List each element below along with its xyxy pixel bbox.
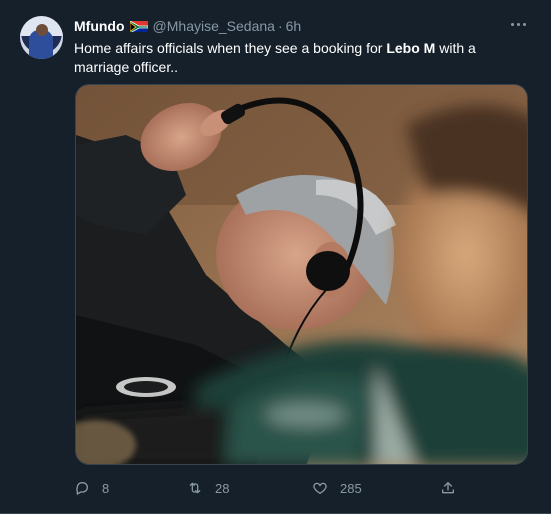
- tweet-text-bold: Lebo M: [386, 40, 436, 56]
- tweet-text-part1: Home affairs officials when they see a b…: [74, 40, 387, 56]
- author-avatar[interactable]: [20, 16, 63, 59]
- header-separator: ·: [277, 18, 283, 34]
- tweet-header: Mfundo @Mhayise_Sedana · 6h: [74, 17, 301, 35]
- tweet-text: Home affairs officials when they see a b…: [74, 39, 534, 77]
- share-icon: [442, 482, 454, 494]
- tweet-photo[interactable]: [75, 84, 528, 465]
- share-button[interactable]: [440, 478, 456, 498]
- more-options-icon[interactable]: [509, 15, 527, 33]
- author-name[interactable]: Mfundo: [74, 18, 125, 34]
- tweet-actions: 8 28 285: [74, 478, 474, 498]
- reply-button[interactable]: 8: [74, 478, 109, 498]
- like-count: 285: [340, 480, 362, 496]
- reply-icon: [76, 482, 88, 495]
- reply-count: 8: [102, 480, 110, 496]
- tweet-timestamp[interactable]: 6h: [286, 18, 302, 34]
- retweet-button[interactable]: 28: [187, 478, 229, 498]
- author-handle[interactable]: @Mhayise_Sedana: [153, 18, 275, 34]
- south-africa-flag-icon: [129, 20, 148, 32]
- retweet-count: 28: [215, 480, 230, 496]
- like-button[interactable]: 285: [312, 478, 362, 498]
- tweet-card[interactable]: Mfundo @Mhayise_Sedana · 6h Home affairs…: [0, 0, 551, 514]
- heart-icon: [313, 482, 327, 494]
- retweet-icon: [189, 482, 201, 494]
